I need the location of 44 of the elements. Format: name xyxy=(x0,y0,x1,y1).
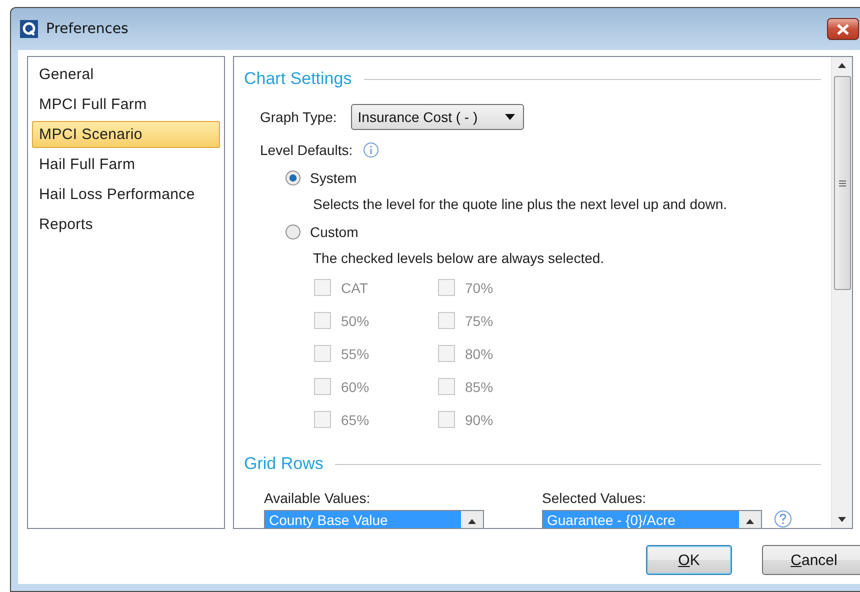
option-description: Selects the level for the quote line plus the next level up and down. xyxy=(313,196,728,212)
checkbox-label: 85% xyxy=(465,378,494,394)
scroll-up-icon[interactable] xyxy=(838,63,846,68)
sidebar-item[interactable]: Hail Full Farm xyxy=(32,151,220,178)
app-logo-icon xyxy=(20,20,38,38)
sidebar-item[interactable]: MPCI Full Farm xyxy=(32,91,220,118)
dialog-button[interactable]: OK xyxy=(646,545,732,575)
scroll-up-icon[interactable] xyxy=(468,519,476,524)
checkbox-label: 80% xyxy=(465,346,494,362)
checkbox-label: 55% xyxy=(341,346,370,362)
radio-label: Custom xyxy=(310,224,358,240)
info-icon[interactable] xyxy=(362,142,379,158)
list-label: Selected Values: xyxy=(542,490,648,506)
option-description: The checked levels below are always selected. xyxy=(313,250,606,266)
checkbox-label: CAT xyxy=(341,280,368,296)
checkbox-label: 60% xyxy=(341,378,370,394)
radio-label: System xyxy=(310,170,357,186)
scroll-down-icon[interactable] xyxy=(838,517,846,522)
level-defaults-label: Level Defaults: xyxy=(260,142,353,158)
section-title: Chart Settings xyxy=(244,69,352,89)
graph-type-label: Graph Type: xyxy=(260,109,337,125)
grip-icon[interactable] xyxy=(838,180,846,186)
checkbox-label: 50% xyxy=(341,312,370,328)
sidebar-item[interactable]: Hail Loss Performance xyxy=(32,181,220,208)
sidebar-item[interactable]: General xyxy=(32,61,220,88)
close-button[interactable] xyxy=(827,18,859,40)
dropdown-arrow-icon xyxy=(504,114,515,120)
scroll-up-icon[interactable] xyxy=(746,519,754,524)
checkbox-label: 90% xyxy=(465,412,494,428)
dialog-button[interactable]: Cancel xyxy=(762,545,860,575)
checkbox-label: 70% xyxy=(465,280,494,296)
section-title: Grid Rows xyxy=(244,454,324,474)
radio-button[interactable] xyxy=(285,224,301,240)
help-icon[interactable] xyxy=(774,510,792,528)
list-label: Available Values: xyxy=(264,490,372,506)
close-icon xyxy=(836,24,850,34)
scrollbar[interactable] xyxy=(831,57,852,528)
radio-button[interactable] xyxy=(285,170,301,186)
checkbox-label: 65% xyxy=(341,412,370,428)
checkbox-label: 75% xyxy=(465,312,494,328)
sidebar-item[interactable]: MPCI Scenario xyxy=(32,121,220,148)
sidebar-item[interactable]: Reports xyxy=(32,211,220,238)
graph-type-dropdown[interactable]: Insurance Cost ( - ) xyxy=(350,104,524,130)
window-title: Preferences xyxy=(46,21,130,37)
